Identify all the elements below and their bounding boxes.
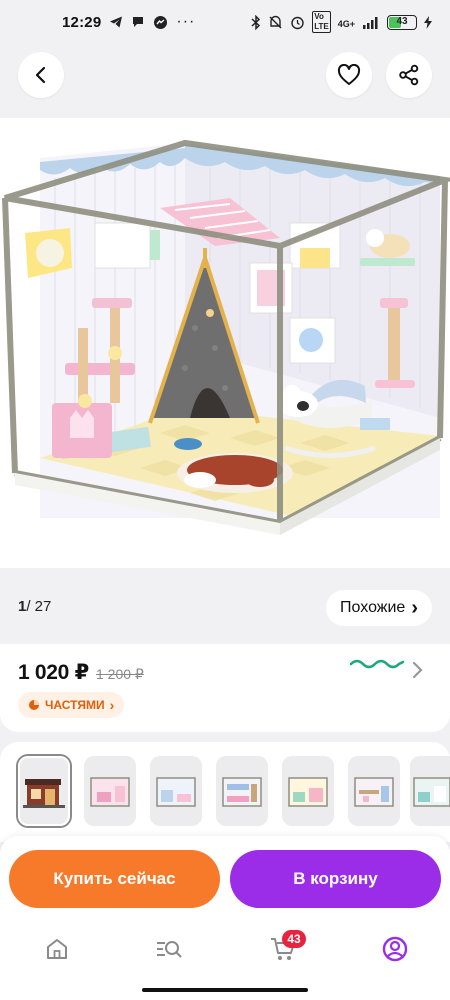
favorite-button[interactable] [326,52,372,98]
installment-label: ЧАСТЯМИ [45,698,105,712]
chat-icon [133,17,144,27]
variant-bunk-room [222,777,262,807]
status-right-icons: Vo LTE 4G+ 43 [251,11,432,33]
status-time: 12:29 [62,13,102,31]
chevron-right-icon: › [411,596,418,619]
buy-now-button[interactable]: Купить сейчас [9,850,220,908]
price-old: 1 200 ₽ [96,666,144,682]
cart-badge: 43 [282,930,306,948]
home-icon [47,939,67,959]
battery-icon: 43 [387,14,417,30]
dollhouse-illustration [2,139,450,535]
product-image[interactable] [0,118,450,568]
share-button[interactable] [386,52,432,98]
home-indicator [142,988,308,992]
price-current: 1 020 ₽ [18,661,89,684]
add-to-cart-button[interactable]: В корзину [230,850,441,908]
more-dots-icon: ··· [176,13,196,30]
variant-thumbnail[interactable] [150,756,202,826]
catalog-search-icon [157,941,182,958]
messenger-icon [154,15,168,29]
variant-study-room [354,777,394,807]
variant-shop-house [23,779,65,808]
similar-label: Похожие [340,599,406,616]
variant-blue-room [156,777,196,807]
image-counter: 1/ 27 [18,598,51,615]
network-label: 4G+ [337,19,355,29]
variant-kitchen-room [413,777,450,807]
telegram-icon [110,16,123,28]
variant-pastel-room [288,777,328,807]
charging-icon [424,15,432,29]
variant-thumbnail[interactable] [282,756,334,826]
variant-thumbnail[interactable] [216,756,268,826]
profile-icon [382,936,408,962]
similar-button[interactable]: Похожие › [326,590,432,626]
variant-thumbnail[interactable] [348,756,400,826]
bluetooth-icon [251,14,261,30]
variant-thumbnail[interactable] [18,756,70,826]
share-icon [399,64,419,86]
gallery-footer: 1/ 27 Похожие › [0,568,450,644]
nav-profile[interactable] [380,934,410,964]
action-bar: Купить сейчас В корзину [0,836,450,922]
nav-home[interactable] [42,934,72,964]
mute-icon [269,15,282,28]
price-chevron-icon[interactable] [412,660,424,680]
status-bar: 12:29 ··· Vo LTE 4G+ 43 [0,0,450,44]
image-total: / 27 [26,598,52,615]
product-header [0,52,450,98]
variant-thumbnail[interactable] [410,756,450,826]
heart-icon [337,64,361,85]
variant-thumbnails [0,742,450,842]
installment-badge[interactable]: ЧАСТЯМИ › [18,692,125,718]
signal-icon [363,16,378,29]
pie-chart-icon [29,700,39,710]
nav-catalog[interactable] [154,934,184,964]
arrow-left-icon [35,66,46,84]
battery-level: 43 [396,16,408,27]
bottom-nav: 43 [0,922,450,1000]
installment-chevron-icon: › [109,697,115,713]
wave-icon [350,659,404,669]
volte-icon: Vo LTE [312,11,331,33]
back-button[interactable] [18,52,64,98]
variant-pink-room [90,777,130,807]
status-left-icons: ··· [109,13,195,31]
variant-thumbnail[interactable] [84,756,136,826]
alarm-icon [291,16,304,29]
